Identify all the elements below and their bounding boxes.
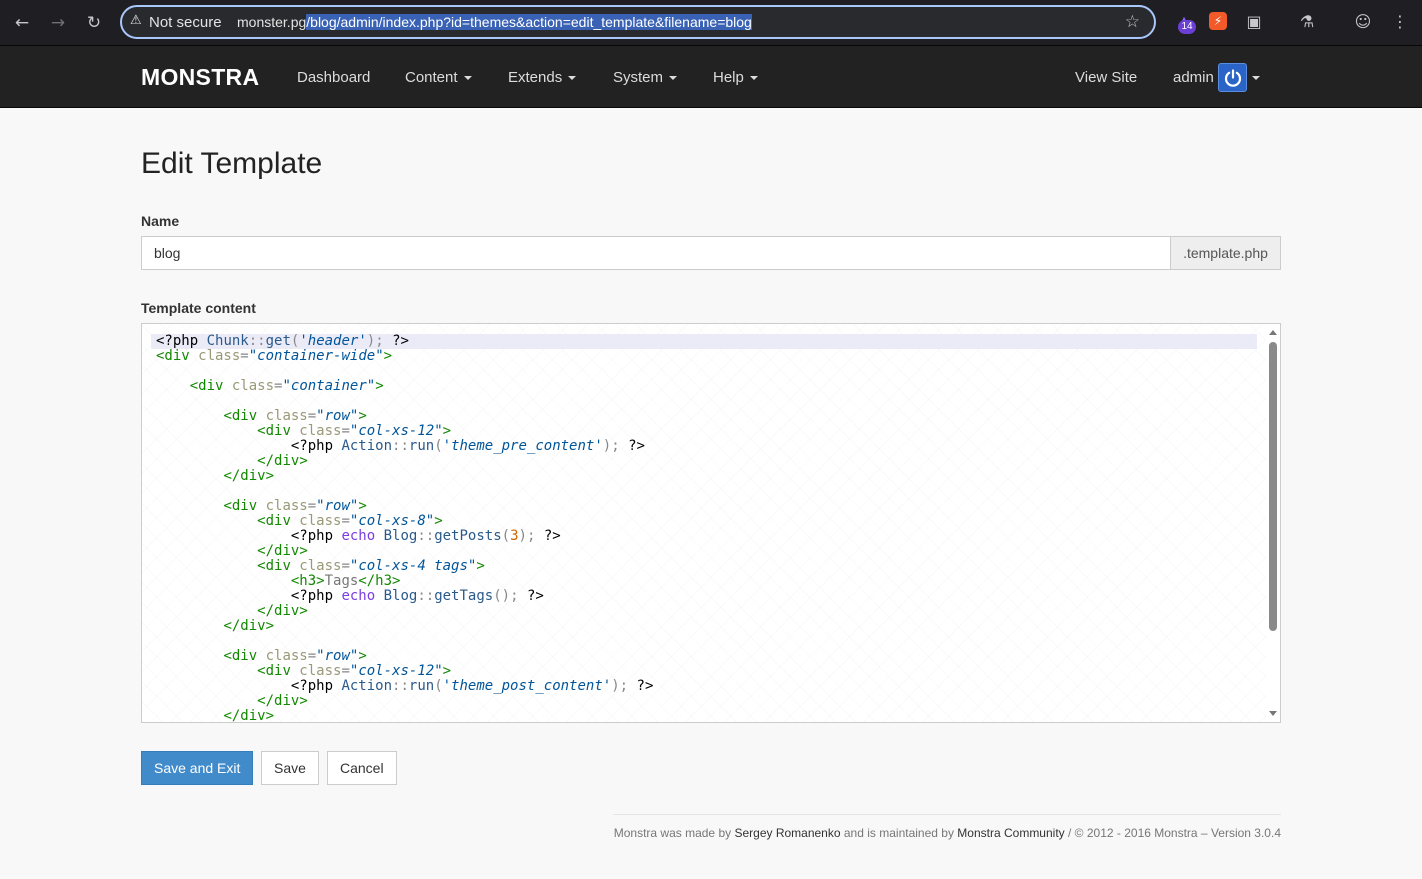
- code-line[interactable]: <div class="col-xs-12">: [156, 424, 653, 439]
- url-host: monster.pg: [237, 14, 307, 30]
- chevron-down-icon: [568, 76, 577, 81]
- code-line[interactable]: <div class="row">: [156, 649, 653, 664]
- nav-system-label: System: [613, 69, 664, 86]
- code-line[interactable]: [156, 364, 653, 379]
- code-line[interactable]: <div class="container-wide">: [156, 349, 653, 364]
- page-title: Edit Template: [141, 147, 323, 180]
- code-line[interactable]: </div>: [156, 694, 653, 709]
- reload-icon[interactable]: ↻: [81, 10, 107, 36]
- browser-menu-icon[interactable]: ⋮: [1390, 12, 1410, 32]
- profile-icon[interactable]: ☺: [1353, 12, 1373, 32]
- code-line[interactable]: <h3>Tags</h3>: [156, 574, 653, 589]
- nav-help[interactable]: Help: [713, 69, 758, 86]
- nav-dashboard[interactable]: Dashboard: [297, 69, 370, 86]
- nav-content[interactable]: Content: [405, 69, 472, 86]
- brand-logo[interactable]: MONSTRA: [141, 64, 259, 91]
- code-line[interactable]: </div>: [156, 709, 653, 723]
- code-line[interactable]: <div class="col-xs-4 tags">: [156, 559, 653, 574]
- footer-prefix: Monstra was made by: [613, 826, 732, 840]
- code-line[interactable]: <div class="row">: [156, 499, 653, 514]
- code-editor[interactable]: <?php Chunk::get('header'); ?> <div class…: [141, 323, 1281, 723]
- template-content-label: Template content: [141, 300, 256, 316]
- extension-bolt-icon[interactable]: ⚡: [1209, 12, 1227, 30]
- chevron-down-icon: [669, 76, 678, 81]
- author-link[interactable]: Sergey Romanenko: [734, 826, 840, 840]
- code-line[interactable]: <?php echo Blog::getPosts(3); ?>: [156, 529, 653, 544]
- extension-badge: 14: [1178, 20, 1196, 34]
- logout-power-icon[interactable]: [1218, 63, 1247, 92]
- code-line[interactable]: </div>: [156, 454, 653, 469]
- name-input-group: .template.php: [141, 236, 1281, 270]
- user-menu[interactable]: admin: [1173, 69, 1214, 86]
- footer-divider: [613, 814, 1281, 815]
- code-line[interactable]: [156, 634, 653, 649]
- code-line[interactable]: <div class="row">: [156, 409, 653, 424]
- chevron-down-icon: [463, 76, 472, 81]
- cancel-button[interactable]: Cancel: [327, 751, 397, 785]
- view-site-link[interactable]: View Site: [1075, 69, 1137, 86]
- forward-icon[interactable]: →: [45, 10, 71, 36]
- template-suffix-addon: .template.php: [1170, 236, 1281, 270]
- code-line[interactable]: <div class="col-xs-12">: [156, 664, 653, 679]
- nav-extends-label: Extends: [508, 69, 563, 86]
- code-line[interactable]: </div>: [156, 619, 653, 634]
- code-line[interactable]: [156, 484, 653, 499]
- code-line[interactable]: <?php echo Blog::getTags(); ?>: [156, 589, 653, 604]
- name-label: Name: [141, 213, 180, 229]
- code-line[interactable]: </div>: [156, 469, 653, 484]
- chevron-down-icon: [749, 76, 758, 81]
- scroll-down-icon[interactable]: [1269, 711, 1277, 716]
- footer-middle: and is maintained by: [843, 826, 954, 840]
- nav-extends[interactable]: Extends: [508, 69, 577, 86]
- nav-help-label: Help: [713, 69, 744, 86]
- url-path: /blog/admin/index.php?id=themes&action=e…: [306, 14, 752, 30]
- footer-suffix: / © 2012 - 2016 Monstra – Version 3.0.4: [1068, 826, 1281, 840]
- back-icon[interactable]: ←: [9, 10, 35, 36]
- extensions-puzzle-icon[interactable]: ▣: [1244, 12, 1264, 32]
- warning-icon: ⚠: [130, 13, 142, 28]
- code-line[interactable]: </div>: [156, 604, 653, 619]
- code-line[interactable]: <?php Action::run('theme_pre_content'); …: [156, 439, 653, 454]
- user-menu-chevron-icon[interactable]: [1252, 76, 1260, 80]
- code-line[interactable]: </div>: [156, 544, 653, 559]
- code-line[interactable]: <?php Action::run('theme_post_content');…: [156, 679, 654, 694]
- nav-system[interactable]: System: [613, 69, 678, 86]
- save-and-exit-button[interactable]: Save and Exit: [141, 751, 254, 785]
- template-name-input[interactable]: [141, 236, 1171, 270]
- footer: Monstra was made by Sergey Romanenko and…: [614, 826, 1281, 840]
- browser-toolbar: ← → ↻ ⚠ Not secure monster.pg/blog/admin…: [0, 0, 1422, 45]
- url-text[interactable]: monster.pg/blog/admin/index.php?id=theme…: [237, 14, 752, 30]
- labs-flask-icon[interactable]: ⚗: [1297, 12, 1317, 32]
- address-bar[interactable]: ⚠ Not secure monster.pg/blog/admin/index…: [120, 5, 1156, 39]
- code-line[interactable]: <?php Chunk::get('header'); ?>: [156, 334, 653, 349]
- bookmark-star-icon[interactable]: ☆: [1125, 12, 1140, 32]
- scroll-up-icon[interactable]: [1269, 330, 1277, 335]
- code-line[interactable]: [156, 394, 653, 409]
- security-label[interactable]: Not secure: [149, 14, 222, 31]
- code-lines[interactable]: <?php Chunk::get('header'); ?> <div class…: [156, 334, 653, 723]
- save-button[interactable]: Save: [261, 751, 319, 785]
- scrollbar-thumb[interactable]: [1269, 342, 1277, 631]
- admin-navbar: MONSTRA Dashboard Content Extends System…: [0, 45, 1422, 108]
- nav-content-label: Content: [405, 69, 458, 86]
- code-line[interactable]: <div class="container">: [156, 379, 653, 394]
- code-line[interactable]: <div class="col-xs-8">: [156, 514, 653, 529]
- community-link[interactable]: Monstra Community: [957, 826, 1064, 840]
- editor-scrollbar[interactable]: [1266, 324, 1280, 722]
